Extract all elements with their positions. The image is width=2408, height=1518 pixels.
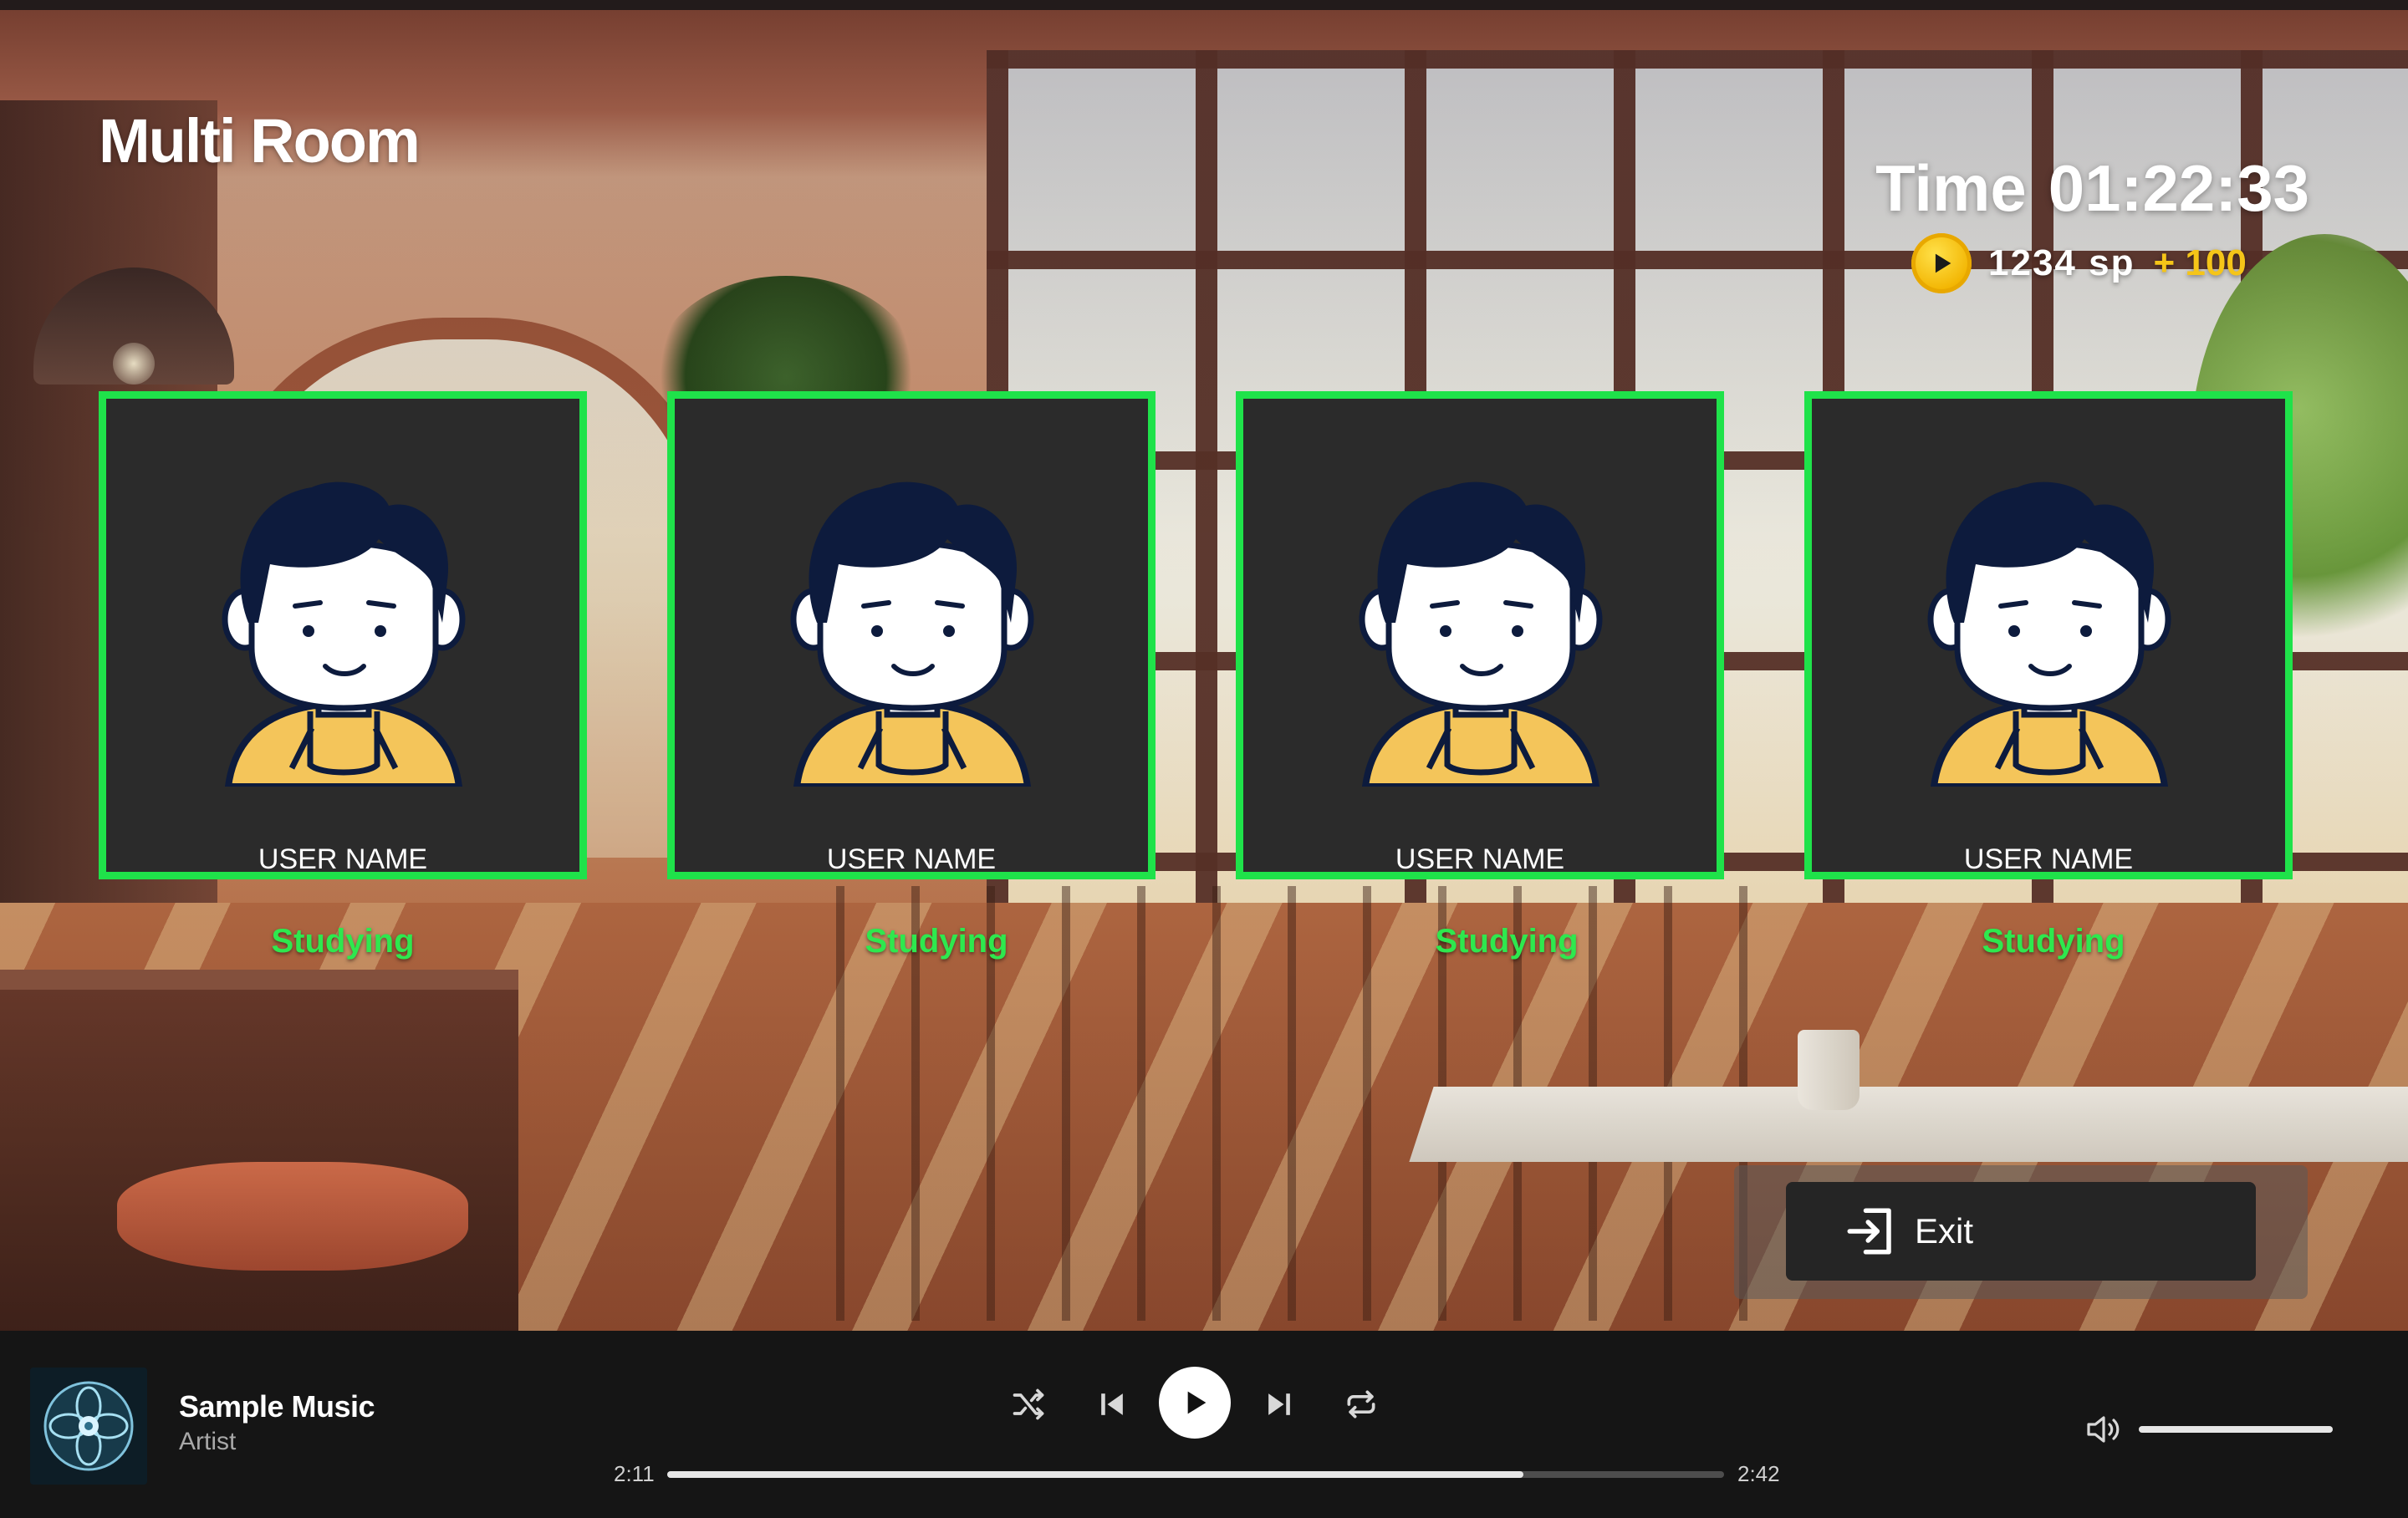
member-card[interactable]: USER NAME — [1804, 391, 2293, 879]
track-artist: Artist — [179, 1428, 237, 1455]
member-status: Studying — [865, 923, 1008, 960]
play-icon — [1187, 1391, 1207, 1414]
coin-play-icon — [1911, 233, 1972, 293]
member-card[interactable]: USER NAME — [1236, 391, 1724, 879]
page-title: Multi Room — [99, 106, 421, 176]
member-status: Studying — [271, 923, 415, 960]
timer-value: 01:22:33 — [2048, 151, 2309, 225]
member-card[interactable]: USER NAME — [667, 391, 1156, 879]
user-avatar-icon — [1927, 481, 2171, 787]
album-art-icon — [30, 1368, 147, 1485]
volume-fill — [2139, 1426, 2333, 1433]
play-button[interactable] — [1159, 1367, 1231, 1439]
study-timer: Time 01:22:33 — [1858, 150, 2309, 227]
exit-label: Exit — [1915, 1211, 1974, 1251]
timer-label: Time — [1875, 151, 2027, 225]
exit-icon — [1847, 1208, 1891, 1255]
member-status: Studying — [1982, 923, 2125, 960]
progress-fill — [667, 1471, 1523, 1478]
exit-button[interactable]: Exit — [1786, 1182, 2256, 1281]
points-display: 1234 sp + 100 — [1911, 233, 2247, 293]
repeat-button[interactable] — [1341, 1384, 1381, 1424]
shuffle-button[interactable] — [1008, 1384, 1048, 1424]
user-avatar-icon — [222, 481, 466, 787]
multi-room-screen: Multi Room Time 01:22:33 1234 sp + 100 US… — [0, 0, 2408, 1518]
skip-previous-icon — [1101, 1393, 1123, 1415]
member-card[interactable]: USER NAME — [99, 391, 587, 879]
shuffle-icon — [1013, 1388, 1044, 1420]
skip-next-icon — [1268, 1393, 1290, 1415]
member-name: USER NAME — [258, 843, 428, 875]
member-status: Studying — [1435, 923, 1579, 960]
user-avatar-icon — [1359, 481, 1603, 787]
track-title: Sample Music — [179, 1389, 375, 1424]
music-player-bar: Sample Music Artist 2:11 2:42 — [0, 1331, 2408, 1518]
member-name: USER NAME — [826, 843, 997, 875]
points-bonus: + 100 — [2153, 242, 2247, 283]
volume-slider[interactable] — [2139, 1426, 2333, 1433]
progress-bar[interactable] — [667, 1471, 1724, 1478]
total-time: 2:42 — [1737, 1461, 1780, 1486]
member-name: USER NAME — [1963, 843, 2134, 875]
user-avatar-icon — [790, 481, 1034, 787]
member-name: USER NAME — [1395, 843, 1565, 875]
next-button[interactable] — [1259, 1384, 1299, 1424]
points-amount: 1234 sp — [1988, 242, 2135, 283]
repeat-icon — [1347, 1390, 1375, 1419]
album-cover[interactable] — [30, 1368, 147, 1485]
volume-icon[interactable] — [2082, 1409, 2122, 1449]
previous-button[interactable] — [1092, 1384, 1132, 1424]
current-time: 2:11 — [614, 1461, 655, 1486]
